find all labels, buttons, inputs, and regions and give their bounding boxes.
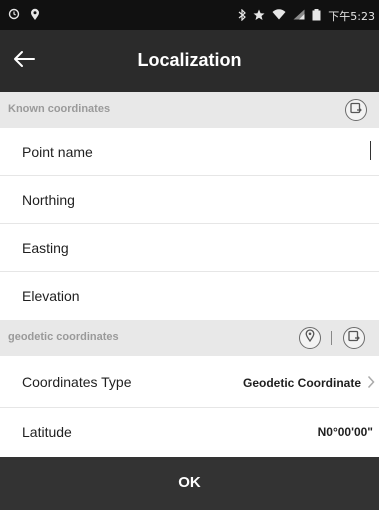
text-cursor [370, 141, 371, 160]
point-name-label: Point name [22, 144, 93, 160]
ok-button-label: OK [178, 474, 201, 491]
elevation-label: Elevation [22, 288, 80, 304]
latitude-label: Latitude [22, 424, 72, 440]
easting-row[interactable]: Easting [0, 224, 379, 272]
import-known-button[interactable] [345, 99, 367, 121]
chevron-right-icon [367, 375, 375, 394]
coordinates-type-label: Coordinates Type [22, 374, 132, 390]
wifi-icon [272, 9, 286, 23]
import-file-icon [348, 329, 360, 347]
import-geodetic-button[interactable] [343, 327, 365, 349]
pin-icon [305, 329, 315, 347]
status-time: 下午5:23 [328, 10, 375, 23]
import-file-icon [350, 101, 362, 119]
status-bar: 下午5:23 [0, 0, 379, 30]
page-title: Localization [137, 50, 242, 70]
elevation-row[interactable]: Elevation [0, 272, 379, 320]
geodetic-coordinates-label: geodetic coordinates [8, 331, 119, 343]
point-name-row[interactable]: Point name [0, 128, 379, 176]
app-bar: Localization [0, 30, 379, 92]
easting-label: Easting [22, 240, 69, 256]
header-divider [331, 331, 332, 345]
bluetooth-icon [238, 8, 247, 24]
signal-icon [293, 9, 305, 23]
geodetic-coordinates-header: geodetic coordinates [0, 320, 379, 356]
known-coordinates-header: Known coordinates [0, 92, 379, 128]
coordinates-type-row[interactable]: Coordinates Type Geodetic Coordinate [0, 356, 379, 408]
latitude-row[interactable]: Latitude N0°00'00" [0, 408, 379, 457]
coordinates-type-value: Geodetic Coordinate [242, 376, 361, 390]
alarm-icon [8, 8, 20, 24]
northing-label: Northing [22, 192, 75, 208]
status-right-icons: 下午5:23 [238, 8, 375, 24]
known-coordinates-label: Known coordinates [8, 103, 111, 115]
star-icon [253, 9, 265, 24]
northing-row[interactable]: Northing [0, 176, 379, 224]
ok-button[interactable]: OK [0, 457, 379, 510]
latitude-value: N0°00'00" [317, 425, 373, 439]
status-left-icons [8, 8, 40, 24]
location-icon [30, 8, 40, 24]
battery-icon [312, 8, 321, 24]
pick-point-button[interactable] [299, 327, 321, 349]
